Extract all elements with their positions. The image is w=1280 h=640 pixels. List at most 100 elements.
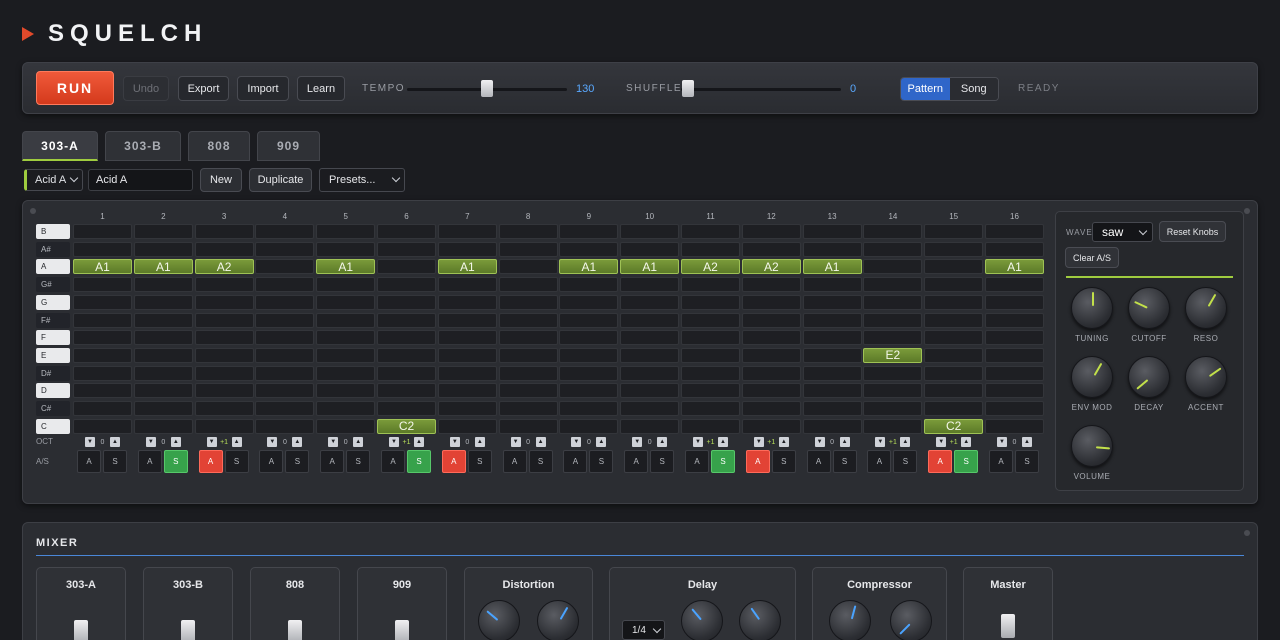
octave-up-icon[interactable]: ▲: [231, 437, 242, 447]
note-cell[interactable]: A2: [194, 259, 254, 275]
step-cell[interactable]: [316, 224, 376, 239]
presets-select[interactable]: Presets...: [319, 168, 405, 192]
piano-key-b[interactable]: B: [36, 224, 70, 239]
octave-down-icon[interactable]: ▼: [875, 437, 886, 447]
step-cell[interactable]: [863, 294, 923, 310]
step-cell[interactable]: [255, 330, 315, 346]
step-cell[interactable]: [741, 383, 801, 399]
accent-toggle[interactable]: A: [563, 450, 588, 473]
step-cell[interactable]: [681, 224, 740, 239]
step-cell[interactable]: [620, 277, 680, 293]
reso-knob[interactable]: [1185, 287, 1227, 329]
cutoff-knob[interactable]: [1128, 287, 1170, 329]
step-cell[interactable]: [741, 365, 801, 381]
import-button[interactable]: Import: [237, 76, 289, 101]
octave-down-icon[interactable]: ▼: [693, 437, 703, 447]
note-cell[interactable]: A2: [741, 259, 801, 275]
step-cell[interactable]: [194, 365, 254, 381]
step-cell[interactable]: [255, 401, 315, 416]
slide-toggle[interactable]: S: [650, 450, 675, 473]
step-cell[interactable]: [498, 383, 558, 399]
octave-up-icon[interactable]: ▲: [839, 437, 850, 447]
step-cell[interactable]: [802, 241, 862, 257]
accent-toggle[interactable]: A: [867, 450, 892, 473]
octave-down-icon[interactable]: ▼: [85, 437, 95, 447]
step-cell[interactable]: [741, 418, 801, 434]
step-cell[interactable]: [133, 294, 193, 310]
step-cell[interactable]: [620, 347, 680, 363]
tab-303-a[interactable]: 303-A: [22, 131, 98, 161]
step-cell[interactable]: [681, 312, 740, 328]
step-cell[interactable]: [498, 330, 558, 346]
run-button[interactable]: RUN: [36, 71, 114, 105]
step-cell[interactable]: [498, 401, 558, 416]
step-cell[interactable]: [985, 312, 1044, 328]
note-cell[interactable]: A2: [681, 259, 740, 275]
step-cell[interactable]: [255, 365, 315, 381]
step-cell[interactable]: [620, 224, 680, 239]
step-cell[interactable]: [924, 294, 984, 310]
octave-down-icon[interactable]: ▼: [145, 437, 156, 447]
slide-toggle[interactable]: S: [1015, 450, 1039, 473]
accent-toggle[interactable]: A: [381, 450, 405, 473]
step-cell[interactable]: [924, 241, 984, 257]
step-cell[interactable]: [255, 224, 315, 239]
step-cell[interactable]: [377, 383, 436, 399]
step-cell[interactable]: [316, 330, 376, 346]
step-cell[interactable]: [377, 259, 436, 275]
octave-down-icon[interactable]: ▼: [997, 437, 1007, 447]
step-cell[interactable]: [73, 224, 132, 239]
step-cell[interactable]: [985, 224, 1044, 239]
step-cell[interactable]: [316, 365, 376, 381]
step-cell[interactable]: [985, 294, 1044, 310]
step-cell[interactable]: [681, 347, 740, 363]
step-cell[interactable]: [681, 294, 740, 310]
step-cell[interactable]: [316, 401, 376, 416]
shuffle-slider-thumb[interactable]: [682, 80, 694, 97]
octave-down-icon[interactable]: ▼: [389, 437, 399, 447]
step-cell[interactable]: [437, 312, 497, 328]
channel-fader[interactable]: [395, 620, 409, 640]
delay-knob[interactable]: [739, 600, 781, 640]
step-cell[interactable]: [133, 365, 193, 381]
step-cell[interactable]: [741, 347, 801, 363]
accent-toggle[interactable]: A: [806, 450, 831, 473]
step-cell[interactable]: [73, 330, 132, 346]
step-cell[interactable]: [316, 294, 376, 310]
step-cell[interactable]: [498, 241, 558, 257]
step-cell[interactable]: [924, 312, 984, 328]
step-cell[interactable]: [73, 347, 132, 363]
octave-down-icon[interactable]: ▼: [814, 437, 825, 447]
step-cell[interactable]: [437, 241, 497, 257]
step-cell[interactable]: [863, 365, 923, 381]
step-cell[interactable]: [985, 241, 1044, 257]
step-cell[interactable]: [863, 401, 923, 416]
octave-up-icon[interactable]: ▲: [414, 437, 424, 447]
piano-key-d[interactable]: D: [36, 383, 70, 399]
step-cell[interactable]: [863, 330, 923, 346]
step-cell[interactable]: [255, 383, 315, 399]
slide-toggle[interactable]: S: [711, 450, 735, 473]
accent-toggle[interactable]: A: [624, 450, 649, 473]
compressor-knob[interactable]: [829, 600, 871, 640]
step-cell[interactable]: [802, 294, 862, 310]
step-cell[interactable]: [194, 277, 254, 293]
step-cell[interactable]: [498, 312, 558, 328]
step-cell[interactable]: [863, 224, 923, 239]
step-cell[interactable]: [802, 312, 862, 328]
step-cell[interactable]: [133, 330, 193, 346]
slide-toggle[interactable]: S: [224, 450, 249, 473]
export-button[interactable]: Export: [178, 76, 229, 101]
octave-down-icon[interactable]: ▼: [206, 437, 217, 447]
step-cell[interactable]: [255, 347, 315, 363]
accent-toggle[interactable]: A: [77, 450, 101, 473]
step-cell[interactable]: [802, 401, 862, 416]
step-cell[interactable]: [377, 312, 436, 328]
tab-909[interactable]: 909: [257, 131, 320, 161]
step-cell[interactable]: [620, 365, 680, 381]
step-cell[interactable]: [924, 277, 984, 293]
step-cell[interactable]: [73, 312, 132, 328]
step-cell[interactable]: [133, 224, 193, 239]
accent-toggle[interactable]: A: [989, 450, 1013, 473]
step-cell[interactable]: [437, 330, 497, 346]
